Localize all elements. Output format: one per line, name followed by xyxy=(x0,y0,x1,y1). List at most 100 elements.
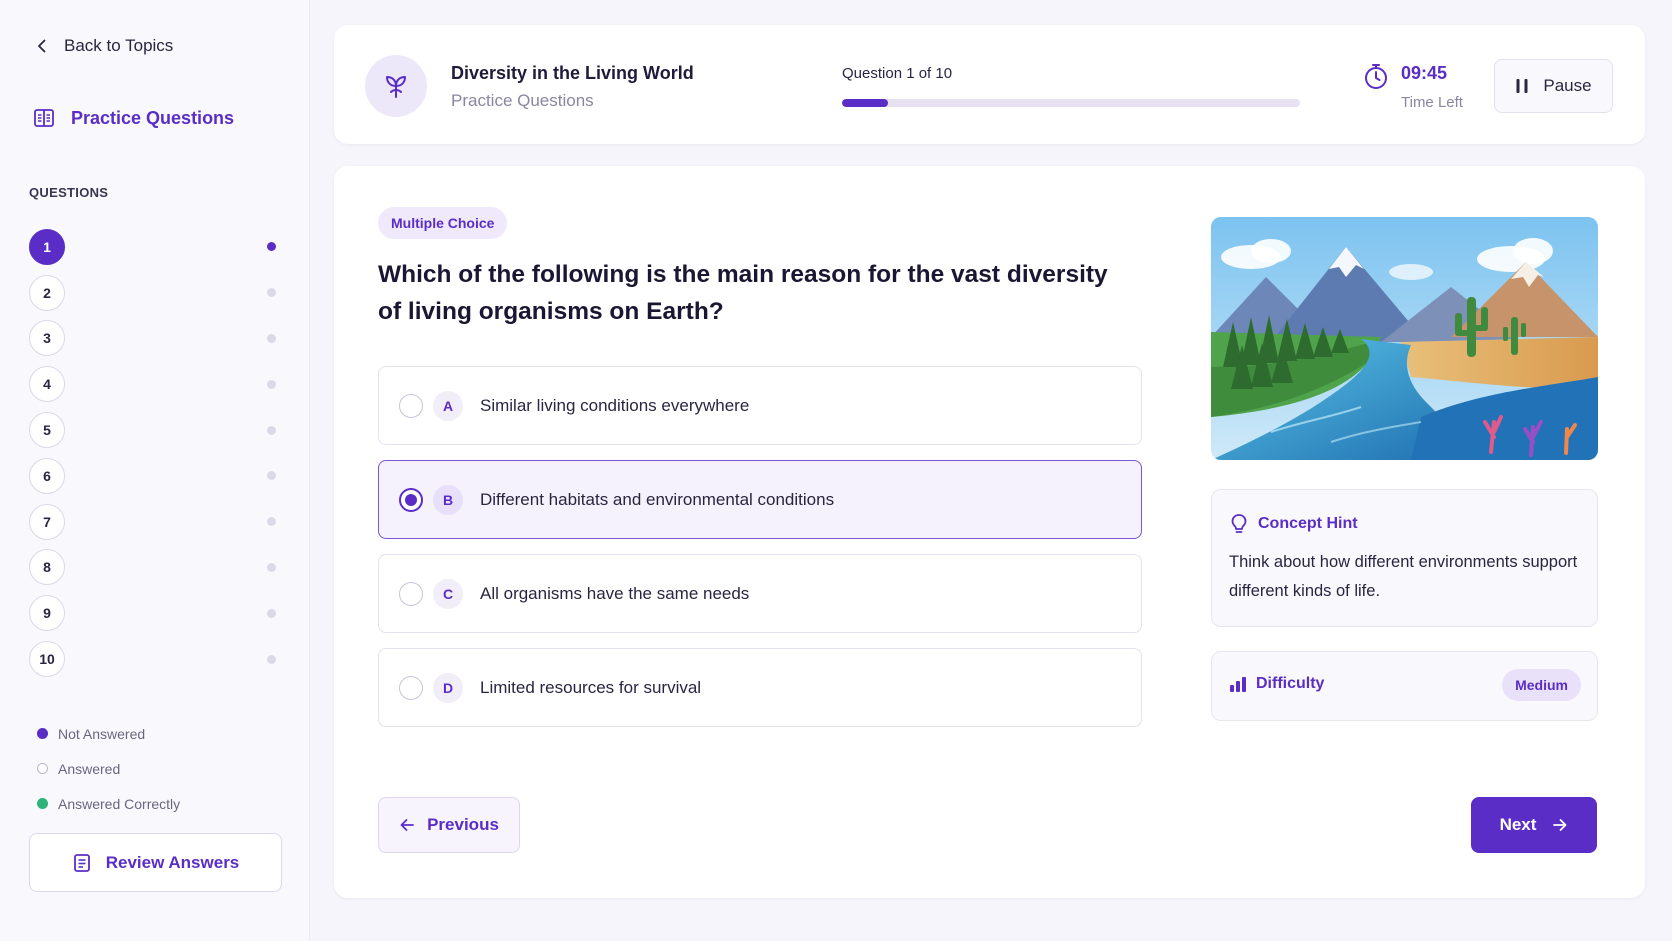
topic-title: Diversity in the Living World xyxy=(451,63,694,83)
book-open-icon xyxy=(34,109,54,127)
pause-label: Pause xyxy=(1543,76,1592,95)
question-nav-item[interactable]: 3 xyxy=(29,316,279,362)
question-nav-item[interactable]: 1 xyxy=(29,224,279,270)
questions-heading: QUESTIONS xyxy=(29,185,109,200)
answer-option-b[interactable]: B Different habitats and environmental co… xyxy=(378,460,1142,539)
answer-option-c[interactable]: C All organisms have the same needs xyxy=(378,554,1142,633)
previous-button[interactable]: Previous xyxy=(378,797,520,853)
pause-icon xyxy=(1516,79,1528,93)
answer-option-a[interactable]: A Similar living conditions everywhere xyxy=(378,366,1142,445)
question-status-dot xyxy=(267,562,276,572)
legend-answered-correctly-label: Answered Correctly xyxy=(58,795,181,812)
radio-button[interactable] xyxy=(399,487,423,512)
topic-avatar xyxy=(365,55,427,117)
question-status-dot xyxy=(267,517,276,527)
difficulty-header: Difficulty xyxy=(1229,675,1324,693)
back-label: Back to Topics xyxy=(64,36,174,55)
bar-chart-icon xyxy=(1230,677,1246,692)
arrow-right-icon xyxy=(1553,819,1567,831)
not-answered-dot-icon xyxy=(37,728,48,739)
progress-fill xyxy=(842,99,888,107)
question-number: 3 xyxy=(29,320,65,357)
question-number: 4 xyxy=(29,366,65,403)
legend-not-answered-label: Not Answered xyxy=(58,725,146,742)
question-number: 9 xyxy=(29,595,65,632)
previous-label: Previous xyxy=(427,815,499,834)
option-letter: D xyxy=(433,672,463,703)
option-text: Similar living conditions everywhere xyxy=(480,395,750,415)
question-status-dot xyxy=(267,379,276,389)
document-icon xyxy=(73,853,90,872)
topic-subtitle: Practice Questions xyxy=(451,91,594,110)
question-number: 2 xyxy=(29,274,65,311)
question-card: Multiple Choice Which of the following i… xyxy=(334,166,1645,898)
legend-answered-correctly: Answered Correctly xyxy=(37,786,180,821)
question-status-dot xyxy=(267,471,276,481)
habitat-illustration-image xyxy=(1211,217,1598,460)
question-number: 5 xyxy=(29,412,65,449)
timer-value: 09:45 xyxy=(1401,63,1448,83)
question-status-dot xyxy=(267,242,276,252)
chevron-left-icon xyxy=(38,39,46,53)
answer-option-d[interactable]: D Limited resources for survival xyxy=(378,648,1142,727)
question-nav-item[interactable]: 5 xyxy=(29,407,279,453)
difficulty-badge: Medium xyxy=(1502,669,1581,701)
question-nav-item[interactable]: 6 xyxy=(29,453,279,499)
review-answers-button[interactable]: Review Answers xyxy=(29,833,282,892)
question-text: Which of the following is the main reaso… xyxy=(378,261,1108,325)
concept-hint-text: Think about how different environments s… xyxy=(1229,553,1578,600)
progress-label: Question 1 of 10 xyxy=(842,65,953,82)
option-text: All organisms have the same needs xyxy=(480,583,750,603)
header-card: Diversity in the Living World Practice Q… xyxy=(334,25,1645,144)
stopwatch-icon xyxy=(1365,64,1387,89)
question-status-dot xyxy=(267,654,276,664)
radio-button[interactable] xyxy=(399,393,423,418)
arrow-left-icon xyxy=(400,819,414,831)
question-number: 8 xyxy=(29,549,65,586)
pause-button[interactable]: Pause xyxy=(1494,59,1613,113)
status-legend: Not Answered Answered Answered Correctly xyxy=(37,716,180,821)
question-nav-item[interactable]: 7 xyxy=(29,499,279,545)
question-nav-item[interactable]: 9 xyxy=(29,590,279,636)
radio-button[interactable] xyxy=(399,675,423,700)
sidebar: Back to Topics Practice Questions QUESTI… xyxy=(0,0,310,941)
option-text: Limited resources for survival xyxy=(480,677,702,697)
question-nav-item[interactable]: 2 xyxy=(29,270,279,316)
habitat-illustration xyxy=(1211,217,1598,460)
next-label: Next xyxy=(1499,815,1537,834)
question-number: 1 xyxy=(29,228,65,265)
question-nav-item[interactable]: 4 xyxy=(29,361,279,407)
question-nav-item[interactable]: 8 xyxy=(29,545,279,591)
question-number: 6 xyxy=(29,457,65,494)
question-status-dot xyxy=(267,425,276,435)
legend-not-answered: Not Answered xyxy=(37,716,180,751)
option-text: Different habitats and environmental con… xyxy=(480,489,835,509)
back-to-topics-link[interactable]: Back to Topics xyxy=(34,36,173,56)
question-list: 1 2 3 4 5 6 7 8 9 10 xyxy=(29,224,279,682)
question-number: 7 xyxy=(29,503,65,540)
answered-dot-icon xyxy=(37,763,48,774)
review-answers-label: Review Answers xyxy=(105,852,240,872)
option-letter: C xyxy=(433,578,463,609)
question-number: 10 xyxy=(29,641,65,678)
question-nav-item[interactable]: 10 xyxy=(29,636,279,682)
timer-label: Time Left xyxy=(1401,94,1463,111)
option-letter: B xyxy=(433,484,463,515)
radio-button[interactable] xyxy=(399,581,423,606)
sprout-icon xyxy=(386,76,406,98)
lightbulb-icon xyxy=(1231,514,1247,533)
answer-options: A Similar living conditions everywhere B Di… xyxy=(378,366,1142,742)
legend-answered-label: Answered xyxy=(58,760,121,777)
legend-answered: Answered xyxy=(37,751,180,786)
question-status-dot xyxy=(267,333,276,343)
difficulty-card: Difficulty Medium xyxy=(1211,651,1598,721)
difficulty-title: Difficulty xyxy=(1256,675,1325,692)
sidebar-title-label: Practice Questions xyxy=(71,107,235,128)
question-type-badge: Multiple Choice xyxy=(378,207,508,239)
concept-hint-header: Concept Hint xyxy=(1229,513,1358,535)
progress-bar xyxy=(842,99,1300,107)
option-letter: A xyxy=(433,390,463,421)
concept-hint-card: Concept Hint Think about how different e… xyxy=(1211,489,1598,627)
next-button[interactable]: Next xyxy=(1471,797,1597,853)
answered-correctly-dot-icon xyxy=(37,798,48,809)
